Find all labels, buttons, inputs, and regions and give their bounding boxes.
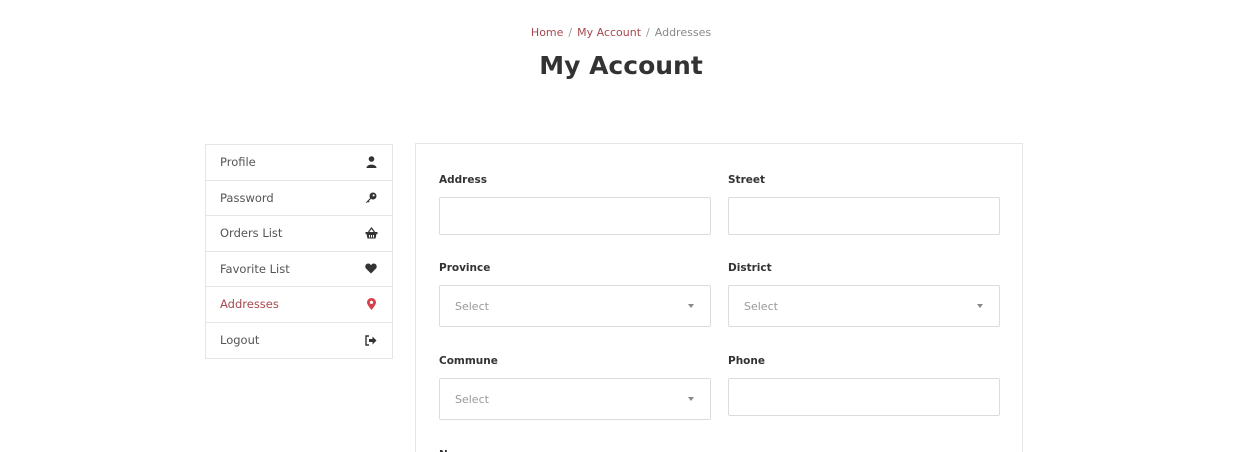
sidebar-item-password[interactable]: Password [206, 181, 392, 216]
caret-down-icon [977, 304, 983, 308]
sidebar-item-label: Favorite List [220, 261, 290, 276]
breadcrumb-home-link[interactable]: Home [531, 26, 563, 39]
sign-out-icon [364, 333, 378, 347]
map-marker-icon [364, 297, 378, 311]
sidebar-item-label: Password [220, 190, 274, 205]
commune-select-value: Select [455, 392, 489, 406]
province-label: Province [439, 262, 491, 274]
breadcrumb-current: Addresses [654, 26, 712, 39]
address-input[interactable] [439, 197, 711, 235]
commune-label: Commune [439, 355, 498, 367]
address-label: Address [439, 174, 487, 186]
key-icon [364, 191, 378, 205]
basket-icon [364, 226, 378, 240]
breadcrumb-separator: / [646, 26, 650, 39]
user-icon [364, 155, 378, 169]
street-input[interactable] [728, 197, 1000, 235]
caret-down-icon [688, 304, 694, 308]
sidebar-item-profile[interactable]: Profile [206, 145, 392, 181]
sidebar-item-logout[interactable]: Logout [206, 323, 392, 359]
province-select-value: Select [455, 299, 489, 313]
phone-label: Phone [728, 355, 765, 367]
district-select[interactable]: Select [728, 285, 1000, 327]
province-select[interactable]: Select [439, 285, 711, 327]
street-label: Street [728, 174, 766, 186]
breadcrumb-separator: / [568, 26, 573, 39]
commune-select[interactable]: Select [439, 378, 711, 420]
sidebar-item-label: Addresses [220, 297, 279, 312]
page-title: My Account [539, 51, 703, 80]
breadcrumb: Home / My Account / Addresses [0, 26, 1242, 39]
sidebar-item-label: Profile [220, 155, 256, 170]
heart-icon [364, 262, 378, 276]
breadcrumb-account-link[interactable]: My Account [577, 26, 641, 39]
phone-input[interactable] [728, 378, 1000, 416]
sidebar-item-favorite-list[interactable]: Favorite List [206, 252, 392, 287]
caret-down-icon [688, 397, 694, 401]
sidebar-item-addresses[interactable]: Addresses [206, 287, 392, 323]
district-select-value: Select [744, 299, 778, 313]
account-sidebar: Profile Password Orders List Favorite Li… [205, 144, 393, 359]
district-label: District [728, 262, 772, 274]
sidebar-item-label: Logout [220, 333, 260, 348]
address-form-panel: Address Street Province Select District … [415, 143, 1023, 452]
sidebar-item-label: Orders List [220, 226, 283, 241]
sidebar-item-orders-list[interactable]: Orders List [206, 216, 392, 252]
